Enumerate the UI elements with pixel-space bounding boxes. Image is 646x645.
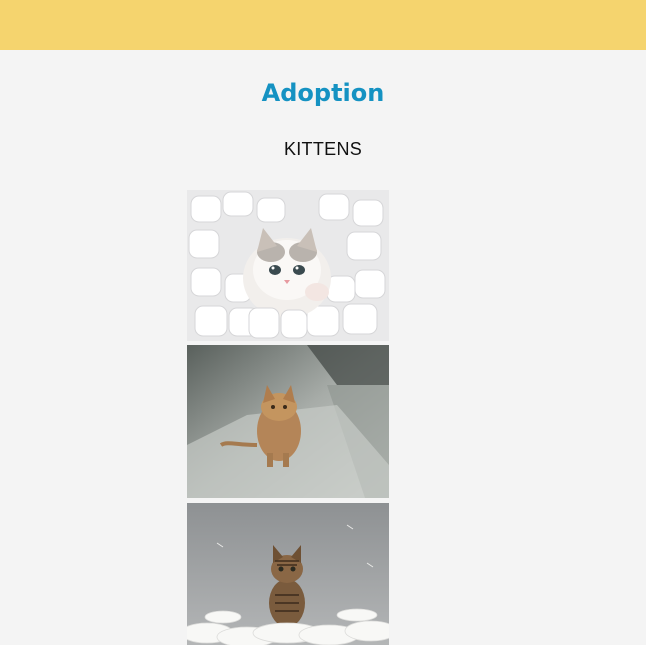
wet-kitten-photo[interactable] — [187, 345, 389, 498]
top-header-bar — [0, 0, 646, 50]
tabby-kitten-feathers-photo[interactable] — [187, 503, 389, 645]
kitten-marshmallows-photo[interactable] — [187, 190, 389, 341]
section-heading-kittens: KITTENS — [283, 139, 363, 159]
page-title: Adoption — [261, 79, 385, 107]
